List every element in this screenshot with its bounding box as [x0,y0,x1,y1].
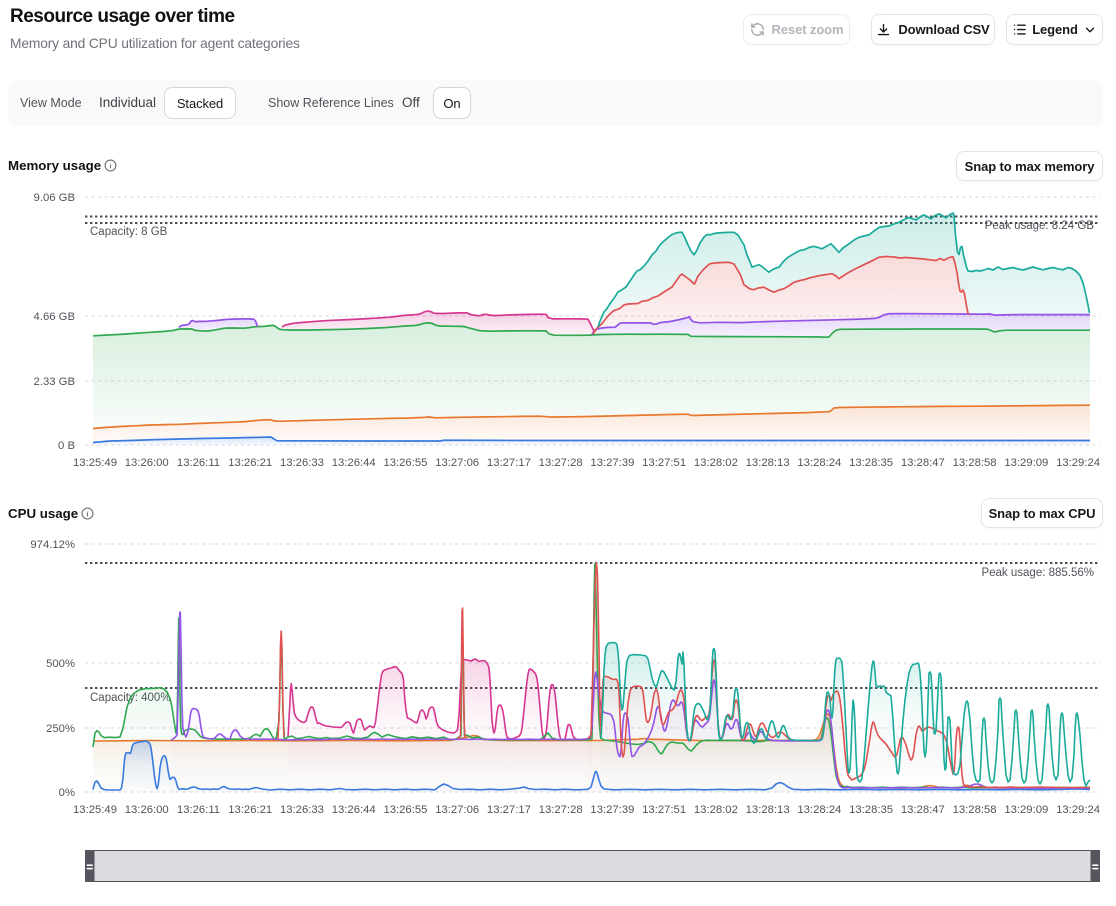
svg-text:13:27:28: 13:27:28 [539,457,583,469]
svg-text:13:28:24: 13:28:24 [797,804,841,816]
svg-text:13:29:09: 13:29:09 [1004,457,1048,469]
svg-text:13:27:51: 13:27:51 [642,804,686,816]
svg-text:13:28:02: 13:28:02 [694,457,738,469]
svg-text:13:29:24: 13:29:24 [1056,804,1100,816]
svg-text:974.12%: 974.12% [30,539,75,551]
svg-text:13:26:44: 13:26:44 [332,804,376,816]
svg-text:13:29:09: 13:29:09 [1004,804,1048,816]
svg-text:250%: 250% [46,723,75,735]
svg-text:13:26:11: 13:26:11 [177,804,220,816]
svg-text:Capacity: 8 GB: Capacity: 8 GB [90,226,168,238]
svg-text:13:26:33: 13:26:33 [280,804,324,816]
svg-text:4.66 GB: 4.66 GB [34,311,75,323]
svg-text:13:27:39: 13:27:39 [590,457,634,469]
svg-text:13:28:13: 13:28:13 [746,457,790,469]
svg-text:13:26:33: 13:26:33 [280,457,324,469]
svg-text:13:26:55: 13:26:55 [383,804,427,816]
svg-text:13:28:35: 13:28:35 [849,457,893,469]
svg-text:13:28:13: 13:28:13 [746,804,790,816]
svg-text:2.33 GB: 2.33 GB [34,376,75,388]
svg-text:13:27:17: 13:27:17 [487,457,531,469]
svg-text:13:25:49: 13:25:49 [73,457,117,469]
svg-text:13:26:00: 13:26:00 [125,804,169,816]
svg-text:13:27:17: 13:27:17 [487,804,531,816]
svg-text:0%: 0% [59,787,75,799]
svg-text:13:28:24: 13:28:24 [797,457,841,469]
svg-text:Peak usage: 8.24 GB: Peak usage: 8.24 GB [985,220,1095,232]
svg-text:500%: 500% [46,658,75,670]
svg-text:Peak usage: 885.56%: Peak usage: 885.56% [981,567,1094,579]
svg-text:13:28:47: 13:28:47 [901,457,945,469]
svg-text:13:28:02: 13:28:02 [694,804,738,816]
svg-text:13:26:21: 13:26:21 [228,804,272,816]
svg-text:13:27:06: 13:27:06 [435,457,479,469]
svg-text:13:27:39: 13:27:39 [590,804,634,816]
svg-text:13:26:00: 13:26:00 [125,457,169,469]
svg-text:13:29:24: 13:29:24 [1056,457,1100,469]
svg-text:13:27:06: 13:27:06 [435,804,479,816]
svg-text:0 B: 0 B [58,440,75,452]
svg-text:13:26:55: 13:26:55 [383,457,427,469]
svg-text:9.06 GB: 9.06 GB [34,192,75,204]
svg-text:13:28:47: 13:28:47 [901,804,945,816]
svg-text:13:25:49: 13:25:49 [73,804,117,816]
svg-text:13:26:44: 13:26:44 [332,457,376,469]
svg-text:13:28:35: 13:28:35 [849,804,893,816]
svg-text:13:28:58: 13:28:58 [953,457,997,469]
svg-text:13:27:51: 13:27:51 [642,457,686,469]
svg-text:13:28:58: 13:28:58 [953,804,997,816]
svg-text:13:26:21: 13:26:21 [228,457,272,469]
svg-text:13:26:11: 13:26:11 [177,457,220,469]
svg-text:13:27:28: 13:27:28 [539,804,583,816]
